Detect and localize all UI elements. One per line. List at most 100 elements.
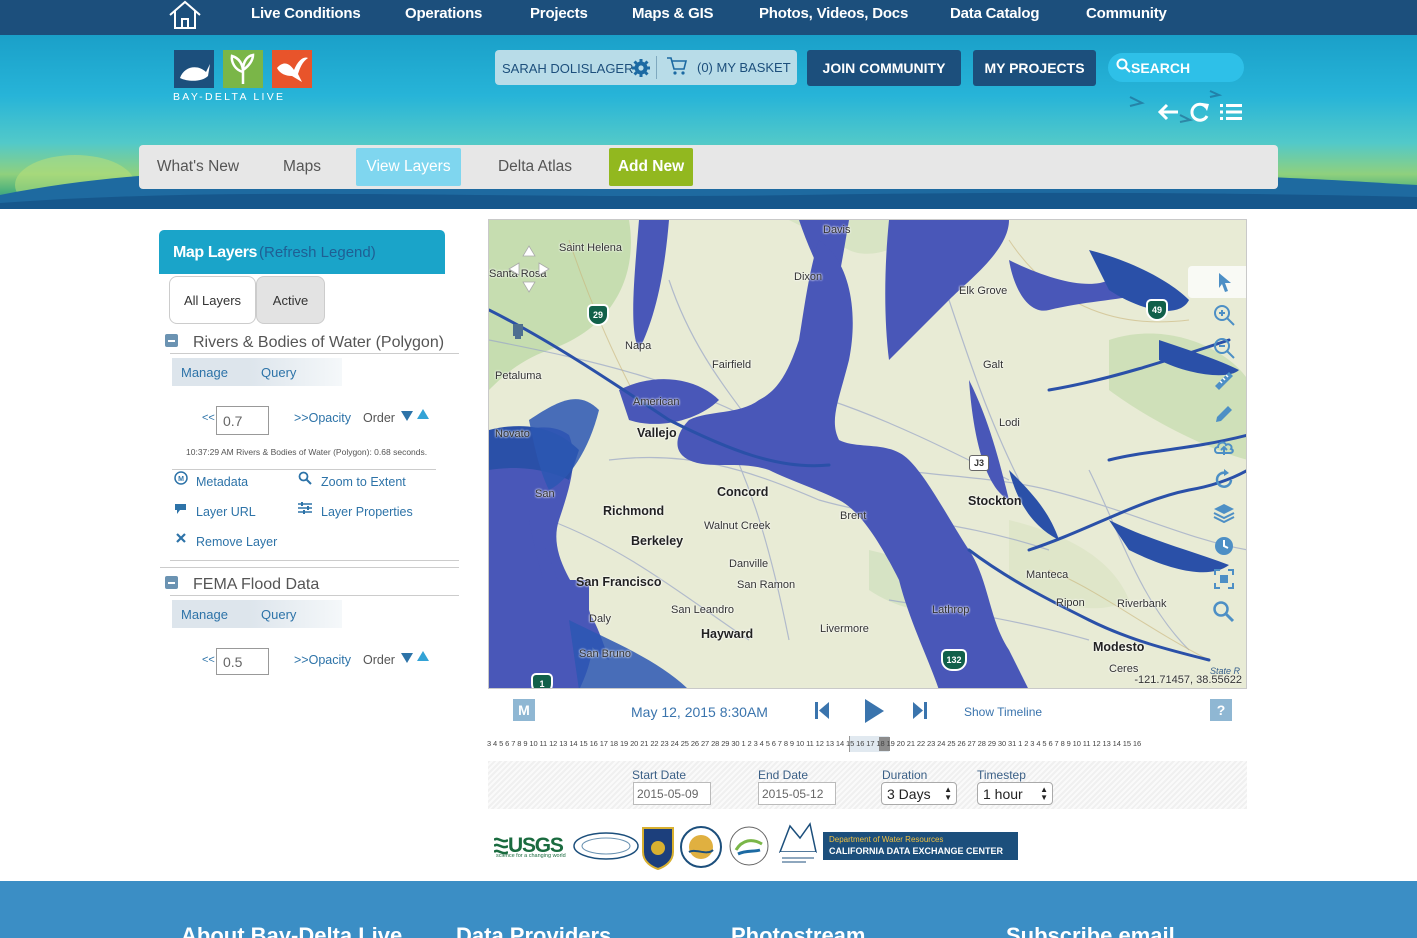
map-label: San Ramon: [737, 579, 796, 591]
basket-link[interactable]: (0) MY BASKET: [697, 60, 791, 75]
order-label: Order: [363, 411, 395, 425]
divider: [656, 56, 657, 79]
zoom-in-icon[interactable]: [1212, 303, 1236, 327]
full-extent-icon[interactable]: [1212, 567, 1236, 591]
order-up-icon[interactable]: [417, 409, 429, 419]
tab-whats-new[interactable]: What's New: [143, 148, 253, 186]
draw-pencil-icon[interactable]: [1212, 402, 1236, 426]
map-label: Danville: [729, 558, 769, 570]
nav-maps-gis[interactable]: Maps & GIS: [632, 5, 714, 22]
search-icon[interactable]: [1212, 600, 1236, 624]
top-navigation: Live Conditions Operations Projects Maps…: [0, 0, 1417, 35]
gear-icon[interactable]: [631, 58, 651, 78]
cdec-logo[interactable]: Department of Water Resources CALIFORNIA…: [823, 832, 1018, 860]
swamp-logo-icon[interactable]: [776, 822, 820, 868]
tab-add-new[interactable]: Add New: [609, 148, 693, 186]
order-label: Order: [363, 653, 395, 667]
tab-maps[interactable]: Maps: [263, 148, 341, 186]
pointer-icon[interactable]: [1212, 270, 1236, 294]
clock-icon[interactable]: [1212, 534, 1236, 558]
map-label: San Bruno: [579, 648, 631, 660]
opacity-label[interactable]: >>Opacity: [294, 653, 351, 667]
footer-heading-providers: Data Providers: [456, 923, 612, 938]
show-timeline-link[interactable]: Show Timeline: [964, 705, 1042, 719]
zoom-out-icon[interactable]: [1212, 336, 1236, 360]
nav-live-conditions[interactable]: Live Conditions: [251, 5, 361, 22]
bay-delta-live-logo[interactable]: BAY-DELTA LIVE: [173, 50, 315, 105]
nav-operations[interactable]: Operations: [405, 5, 482, 22]
tab-view-layers[interactable]: View Layers: [356, 148, 461, 186]
opacity-increase-button[interactable]: >>Opacity: [294, 653, 351, 667]
order-down-icon[interactable]: [401, 653, 413, 663]
timeline-m-button[interactable]: M: [513, 699, 535, 721]
timeline-current-datetime: May 12, 2015 8:30AM: [631, 704, 768, 720]
house-icon[interactable]: [167, 0, 203, 30]
layer-url-link[interactable]: Layer URL: [196, 505, 256, 519]
nav-community[interactable]: Community: [1086, 5, 1167, 22]
delta-stewardship-seal-icon[interactable]: [728, 826, 770, 866]
join-community-button[interactable]: JOIN COMMUNITY: [807, 50, 961, 86]
timestep-select[interactable]: 1 hour ▲ ▼: [977, 782, 1053, 805]
bureau-of-reclamation-seal-icon[interactable]: [573, 832, 639, 860]
help-button[interactable]: ?: [1210, 699, 1232, 721]
metadata-link[interactable]: Metadata: [196, 475, 248, 489]
nav-photos-videos-docs[interactable]: Photos, Videos, Docs: [759, 5, 908, 22]
nav-projects[interactable]: Projects: [530, 5, 588, 22]
tab-manage[interactable]: Manage: [181, 365, 228, 380]
tab-all-layers[interactable]: All Layers: [169, 276, 256, 324]
water-board-seal-icon[interactable]: [678, 826, 724, 868]
timeline-ticks[interactable]: 3 4 5 6 7 8 9 10 11 12 13 14 15 16 17 18…: [487, 739, 1247, 751]
duration-select[interactable]: 3 Days ▲ ▼: [881, 782, 957, 805]
cloud-upload-icon[interactable]: [1212, 435, 1236, 459]
measure-ruler-icon[interactable]: [1212, 369, 1236, 393]
start-date-input[interactable]: [633, 782, 711, 805]
zoom-to-extent-link[interactable]: Zoom to Extent: [321, 475, 406, 489]
collapse-icon[interactable]: [165, 334, 178, 347]
opacity-input[interactable]: [216, 406, 269, 435]
order-up-icon[interactable]: [417, 651, 429, 661]
refresh-icon[interactable]: [1212, 468, 1236, 492]
map-view[interactable]: Saint Helena Davis Dixon Elk Grove Napa …: [488, 219, 1247, 689]
street-view-icon[interactable]: [511, 322, 525, 340]
end-date-input[interactable]: [758, 782, 836, 805]
list-icon[interactable]: [1219, 101, 1243, 123]
cart-icon[interactable]: [666, 56, 688, 76]
map-label: Novato: [495, 428, 530, 440]
highway-shield: 29: [587, 304, 609, 326]
collapse-icon[interactable]: [165, 576, 178, 589]
opacity-input[interactable]: [216, 648, 269, 675]
user-name-link[interactable]: SARAH DOLISLAGER: [502, 61, 634, 76]
tab-query[interactable]: Query: [261, 607, 296, 622]
california-dfw-badge-icon[interactable]: [640, 826, 676, 870]
zoom-icon: [298, 471, 312, 485]
search-input[interactable]: [1131, 59, 1231, 77]
nav-data-catalog[interactable]: Data Catalog: [950, 5, 1039, 22]
layer-properties-link[interactable]: Layer Properties: [321, 505, 413, 519]
order-down-icon[interactable]: [401, 411, 413, 421]
metadata-icon: M: [174, 471, 188, 485]
layer-load-message: 10:37:29 AM Rivers & Bodies of Water (Po…: [186, 447, 428, 457]
pan-arrows-icon[interactable]: [507, 244, 551, 304]
play-icon[interactable]: [863, 698, 885, 724]
map-label: San Francisco: [576, 575, 662, 589]
back-arrow-icon[interactable]: [1157, 101, 1181, 123]
opacity-label[interactable]: >>Opacity: [294, 411, 351, 425]
opacity-increase-button[interactable]: >>Opacity: [294, 411, 351, 425]
opacity-decrease-button[interactable]: <<: [202, 412, 215, 424]
skip-forward-icon[interactable]: [912, 701, 928, 720]
search-icon[interactable]: [1116, 58, 1131, 73]
refresh-icon[interactable]: [1188, 101, 1212, 123]
remove-layer-link[interactable]: Remove Layer: [196, 535, 277, 549]
panel-title: Map Layers: [173, 244, 258, 261]
my-projects-button[interactable]: MY PROJECTS: [973, 50, 1096, 86]
duration-label: Duration: [882, 768, 928, 782]
refresh-legend-link[interactable]: (Refresh Legend): [259, 244, 376, 261]
tab-delta-atlas[interactable]: Delta Atlas: [479, 148, 591, 186]
tab-manage[interactable]: Manage: [181, 607, 228, 622]
layers-icon[interactable]: [1212, 501, 1236, 525]
opacity-decrease-button[interactable]: <<: [202, 654, 215, 666]
skip-back-icon[interactable]: [814, 701, 830, 720]
tab-active-layers[interactable]: Active: [256, 276, 325, 324]
tab-query[interactable]: Query: [261, 365, 296, 380]
map-label: Walnut Creek: [704, 520, 771, 532]
